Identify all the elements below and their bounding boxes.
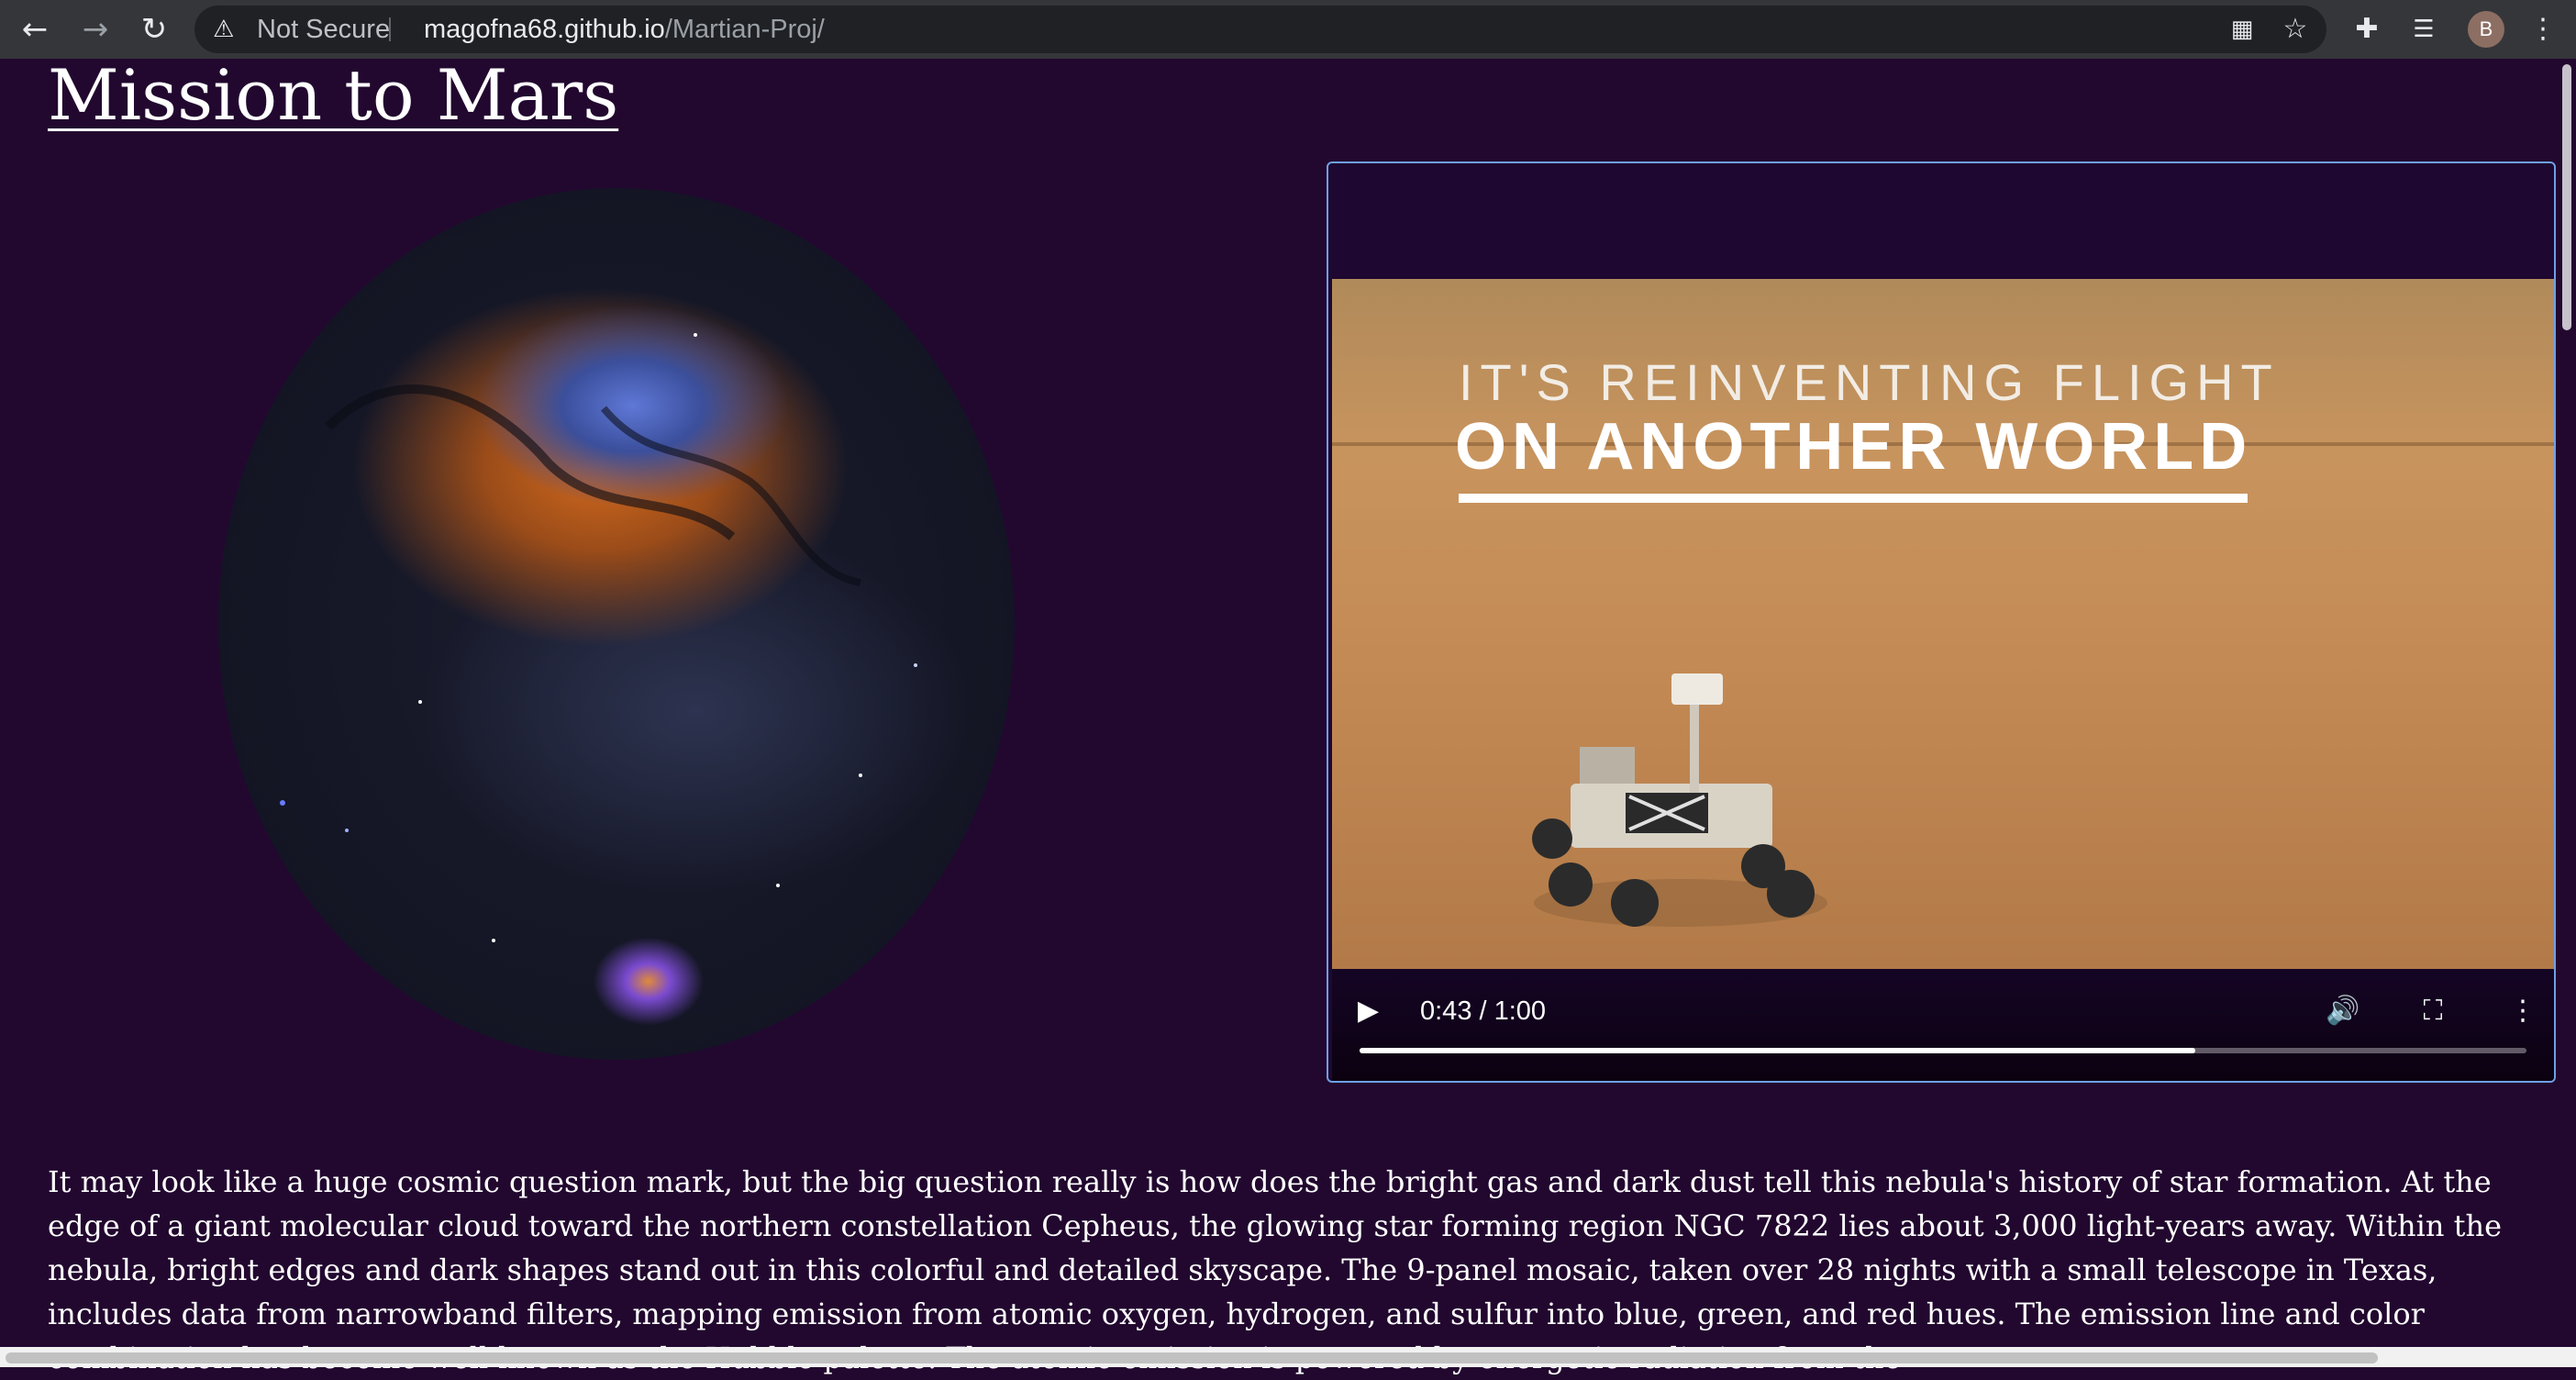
video-time: 0:43 / 1:00 bbox=[1420, 996, 1547, 1026]
video-title-line2: ON ANOTHER WORLD bbox=[1455, 410, 2253, 484]
separator bbox=[389, 17, 391, 41]
play-icon[interactable]: ▶ bbox=[1358, 995, 1391, 1028]
video-title-underline bbox=[1459, 494, 2248, 503]
video-progress-fill bbox=[1360, 1048, 2195, 1053]
star-icon[interactable]: ☆ bbox=[2277, 11, 2314, 48]
video-title-line1: IT'S REINVENTING FLIGHT bbox=[1459, 353, 2280, 411]
warning-icon[interactable]: ⚠ bbox=[213, 16, 242, 43]
avatar[interactable]: B bbox=[2468, 11, 2504, 48]
qr-icon[interactable]: ▦ bbox=[2224, 11, 2260, 48]
vertical-scrollbar-thumb[interactable] bbox=[2562, 64, 2571, 330]
nebula-image bbox=[218, 188, 1015, 1060]
horizontal-scrollbar-thumb[interactable] bbox=[6, 1352, 2378, 1363]
video-frame[interactable]: IT'S REINVENTING FLIGHT ON ANOTHER WORLD bbox=[1332, 279, 2554, 969]
horizontal-scrollbar[interactable] bbox=[0, 1347, 2576, 1367]
fullscreen-icon[interactable]: ⛶ bbox=[2413, 993, 2453, 1029]
video-player[interactable]: IT'S REINVENTING FLIGHT ON ANOTHER WORLD… bbox=[1327, 161, 2556, 1083]
video-progress-bar[interactable] bbox=[1360, 1048, 2526, 1053]
vertical-scrollbar[interactable] bbox=[2558, 59, 2576, 1347]
page-title: Mission to Mars bbox=[48, 54, 619, 136]
nebula-stars bbox=[280, 333, 917, 942]
extensions-icon[interactable]: ✚ bbox=[2348, 11, 2385, 48]
rover-illustration bbox=[1532, 673, 1827, 927]
media-icon[interactable]: ☰ bbox=[2405, 11, 2442, 48]
video-controls: ▶ 0:43 / 1:00 🔊 ⛶ ⋮ bbox=[1332, 969, 2554, 1081]
url-path: /Martian-Proj/ bbox=[664, 15, 825, 44]
address-bar[interactable]: ⚠ Not Secure magofna68.github.io/Martian… bbox=[194, 6, 2326, 53]
volume-icon[interactable]: 🔊 bbox=[2323, 993, 2363, 1029]
menu-icon[interactable]: ⋮ bbox=[2525, 11, 2561, 48]
not-secure-label[interactable]: Not Secure bbox=[257, 6, 390, 53]
url-host: magofna68.github.io bbox=[424, 15, 665, 44]
url-text[interactable]: magofna68.github.io/Martian-Proj/ bbox=[424, 6, 825, 53]
more-options-icon[interactable]: ⋮ bbox=[2503, 993, 2543, 1029]
